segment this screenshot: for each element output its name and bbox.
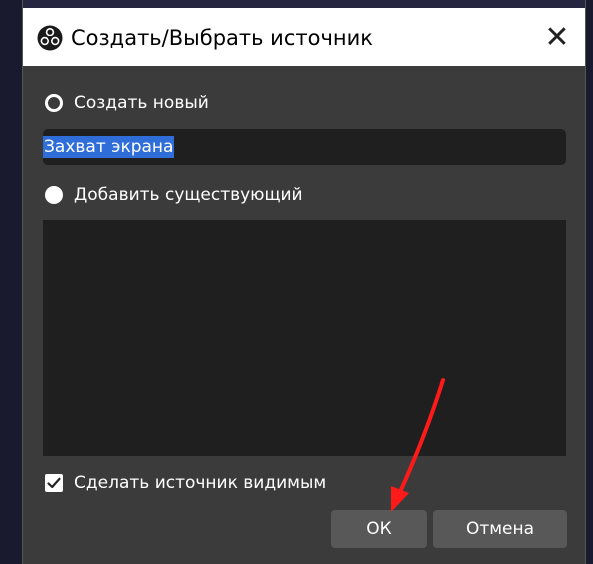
source-name-value: Захват экрана <box>43 136 175 158</box>
dialog-title: Создать/Выбрать источник <box>71 26 373 50</box>
make-visible-label: Сделать источник видимым <box>74 473 327 493</box>
radio-create-new[interactable]: Создать новый <box>45 93 209 113</box>
source-name-input[interactable]: Захват экрана <box>43 129 566 165</box>
make-visible-checkbox[interactable] <box>45 474 63 492</box>
ok-button[interactable]: ОК <box>331 510 427 548</box>
radio-create-new-indicator[interactable] <box>45 94 63 112</box>
radio-add-existing-indicator[interactable] <box>45 186 63 204</box>
checkmark-icon <box>47 477 61 489</box>
radio-add-existing-label: Добавить существующий <box>74 185 303 205</box>
radio-create-new-label: Создать новый <box>74 93 209 113</box>
radio-add-existing[interactable]: Добавить существующий <box>45 185 303 205</box>
cancel-button[interactable]: Отмена <box>433 510 567 548</box>
obs-logo-icon <box>37 25 63 51</box>
existing-sources-list[interactable] <box>43 220 566 456</box>
title-bar: Создать/Выбрать источник ✕ <box>23 0 585 66</box>
make-visible-checkbox-row[interactable]: Сделать источник видимым <box>45 473 326 493</box>
source-dialog: Создать/Выбрать источник ✕ Создать новый… <box>22 0 586 564</box>
close-icon[interactable]: ✕ <box>537 20 577 56</box>
